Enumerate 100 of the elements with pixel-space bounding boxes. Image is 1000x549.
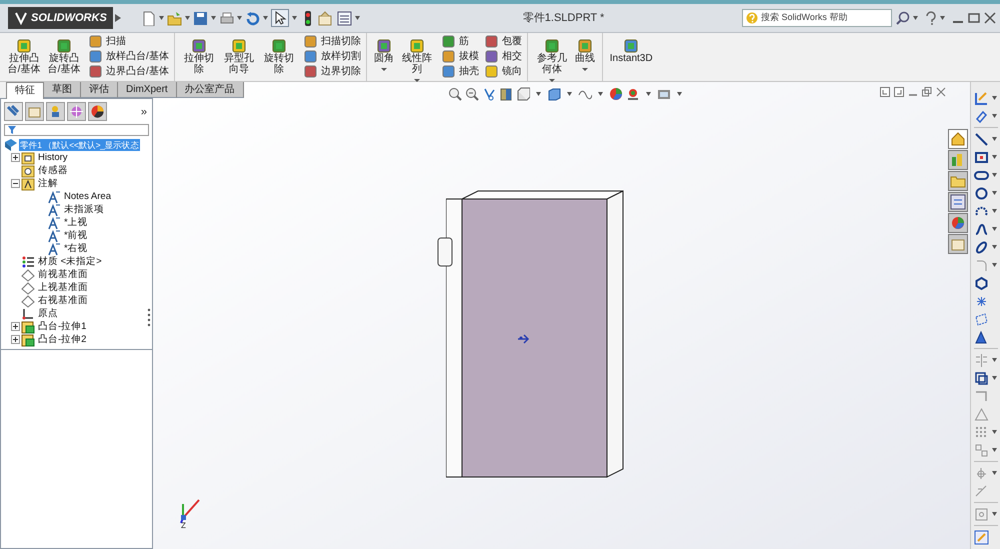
ribbon-command-button[interactable]: 曲线 [572,35,597,71]
search-icon[interactable] [896,11,910,25]
tile-left-icon[interactable] [880,87,890,97]
caret-icon[interactable] [992,512,997,516]
feature-tab[interactable]: DimXpert [118,82,177,98]
view-settings-icon[interactable] [657,87,671,101]
select-pointer-icon[interactable] [270,9,289,27]
maximize-icon[interactable] [968,12,980,24]
properties-icon[interactable] [25,102,44,121]
save-icon[interactable] [192,10,208,26]
custom-properties-icon[interactable] [948,234,968,254]
appearance-icon[interactable] [609,87,623,101]
configuration-icon[interactable] [46,102,65,121]
tree-item[interactable]: Notes Area [63,190,112,202]
tree-icon[interactable] [4,102,23,121]
caret-icon[interactable] [992,448,997,452]
caret-icon[interactable] [992,96,997,100]
caret-icon[interactable] [262,16,268,20]
ribbon-command-button[interactable]: 圆角 [372,35,396,71]
ribbon-command-button[interactable]: 筋 [442,35,479,48]
tree-item[interactable]: 右视基准面 [37,294,89,306]
ribbon-command-button[interactable]: 异型孔向导 [220,35,258,75]
expand-toggle-icon[interactable] [11,322,20,331]
caret-icon[interactable] [992,376,997,380]
caret-icon[interactable] [292,16,297,20]
ribbon-command-button[interactable]: 放样切割 [304,50,361,63]
caret-icon[interactable] [992,173,997,177]
caret-icon[interactable] [567,92,572,96]
ribbon-command-button[interactable]: 旋转凸台/基体 [45,35,83,75]
caret-icon[interactable] [940,16,945,20]
display-style-icon[interactable] [547,87,561,101]
tree-item[interactable]: *右视 [63,242,89,254]
search-box[interactable]: 搜索 SolidWorks 帮助 [742,9,892,27]
collapse-toggle-icon[interactable] [11,179,20,188]
ribbon-command-button[interactable]: Instant3D [608,35,655,64]
rectangle-icon[interactable] [974,150,989,164]
previous-view-icon[interactable] [482,87,496,101]
expand-toggle-icon[interactable] [11,153,20,162]
tree-item[interactable]: History [37,152,69,164]
caret-icon[interactable] [536,92,541,96]
ribbon-command-button[interactable]: 放样凸台/基体 [89,50,169,63]
ribbon-command-button[interactable]: 拉伸切除 [180,35,218,75]
spline-icon[interactable] [974,222,989,236]
caret-icon[interactable] [992,430,997,434]
tree-item[interactable]: 前视基准面 [37,268,89,280]
feature-tab[interactable]: 特征 [6,82,44,99]
ribbon-command-button[interactable]: 边界切除 [304,65,361,78]
list-window-icon[interactable] [336,10,352,26]
zoom-fit-icon[interactable] [448,87,462,101]
close-icon[interactable] [936,87,946,97]
home-icon[interactable] [948,129,968,149]
caret-icon[interactable] [992,358,997,362]
display-icon[interactable] [88,102,107,121]
print-icon[interactable] [218,10,234,26]
view-orientation-icon[interactable] [516,87,530,101]
design-library-icon[interactable] [948,150,968,170]
caret-icon[interactable] [598,92,603,96]
feature-tab[interactable]: 办公室产品 [176,82,244,98]
close-icon[interactable] [984,12,996,24]
ribbon-command-button[interactable]: 边界凸台/基体 [89,65,169,78]
line-icon[interactable] [974,132,989,146]
caret-icon[interactable] [992,263,997,267]
ellipse-icon[interactable] [974,240,989,254]
zoom-area-icon[interactable] [465,87,479,101]
tree-item[interactable]: 凸台-拉伸1 [37,320,88,332]
caret-icon[interactable] [184,16,190,20]
tree-item[interactable]: 未指派项 [63,204,105,216]
feature-tab[interactable]: 评估 [81,82,118,98]
more-button[interactable]: » [140,106,147,118]
traffic-light-icon[interactable] [304,10,312,26]
tree-item[interactable]: 凸台-拉伸2 [37,334,88,346]
caret-icon[interactable] [992,245,997,249]
ribbon-command-button[interactable]: 抽壳 [442,65,479,78]
file-explorer-icon[interactable] [948,171,968,191]
smart-dimension-icon[interactable] [974,108,989,124]
ribbon-command-button[interactable]: 旋转切除 [260,35,298,75]
restore-icon[interactable] [922,87,932,97]
caret-icon[interactable] [992,209,997,213]
appearances-icon[interactable] [948,213,968,233]
caret-icon[interactable] [236,16,242,20]
expand-toggle-icon[interactable] [11,335,20,344]
help-icon[interactable] [925,11,937,25]
search-field[interactable]: 搜索 SolidWorks 帮助 [761,11,888,25]
scene-icon[interactable] [626,87,640,101]
caret-icon[interactable] [582,68,588,71]
caret-icon[interactable] [992,227,997,231]
tree-item[interactable]: *上视 [63,216,89,228]
caret-icon[interactable] [354,16,360,20]
ribbon-command-button[interactable]: 相交 [484,50,522,63]
view-palette-icon[interactable] [948,192,968,212]
tree-item[interactable]: 传感器 [37,164,69,176]
section-view-icon[interactable] [499,87,513,101]
undo-icon[interactable] [244,10,260,26]
tree-item[interactable]: 原点 [37,308,59,320]
ribbon-command-button[interactable]: 镜向 [484,65,522,78]
tile-right-icon[interactable] [894,87,904,97]
caret-icon[interactable] [677,92,682,96]
tree-item[interactable]: 上视基准面 [37,282,89,294]
ribbon-command-button[interactable]: 拉伸凸台/基体 [5,35,43,75]
caret-icon[interactable] [992,191,997,195]
